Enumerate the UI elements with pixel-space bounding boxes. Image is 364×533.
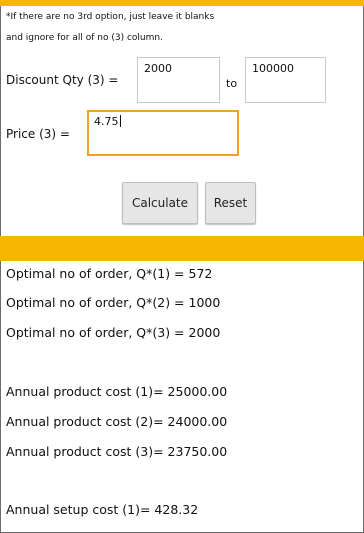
price-label: Price (3) = [6, 127, 70, 141]
text-caret [119, 115, 121, 127]
top-accent-bar [0, 0, 364, 6]
price-input-value: 4.75 [94, 115, 119, 128]
note-line-1: *If there are no 3rd option, just leave … [6, 12, 215, 22]
optimal-order-2: Optimal no of order, Q*(2) = 1000 [6, 295, 221, 310]
discount-qty-from-input[interactable]: 2000 [137, 57, 220, 103]
discount-qty-label: Discount Qty (3) = [6, 73, 119, 87]
annual-product-cost-2: Annual product cost (2)= 24000.00 [6, 414, 228, 429]
reset-button[interactable]: Reset [205, 182, 256, 224]
optimal-order-1: Optimal no of order, Q*(1) = 572 [6, 266, 213, 281]
annual-product-cost-1: Annual product cost (1)= 25000.00 [6, 384, 228, 399]
price-input[interactable]: 4.75 [87, 110, 239, 156]
results-divider-band [0, 236, 364, 261]
discount-qty-to-input[interactable]: 100000 [245, 57, 326, 103]
annual-product-cost-3: Annual product cost (3)= 23750.00 [6, 444, 228, 459]
optimal-order-3: Optimal no of order, Q*(3) = 2000 [6, 325, 221, 340]
note-line-2: and ignore for all of no (3) column. [6, 33, 163, 43]
to-label: to [226, 77, 238, 90]
calculate-button[interactable]: Calculate [122, 182, 198, 224]
annual-setup-cost-1: Annual setup cost (1)= 428.32 [6, 502, 199, 517]
